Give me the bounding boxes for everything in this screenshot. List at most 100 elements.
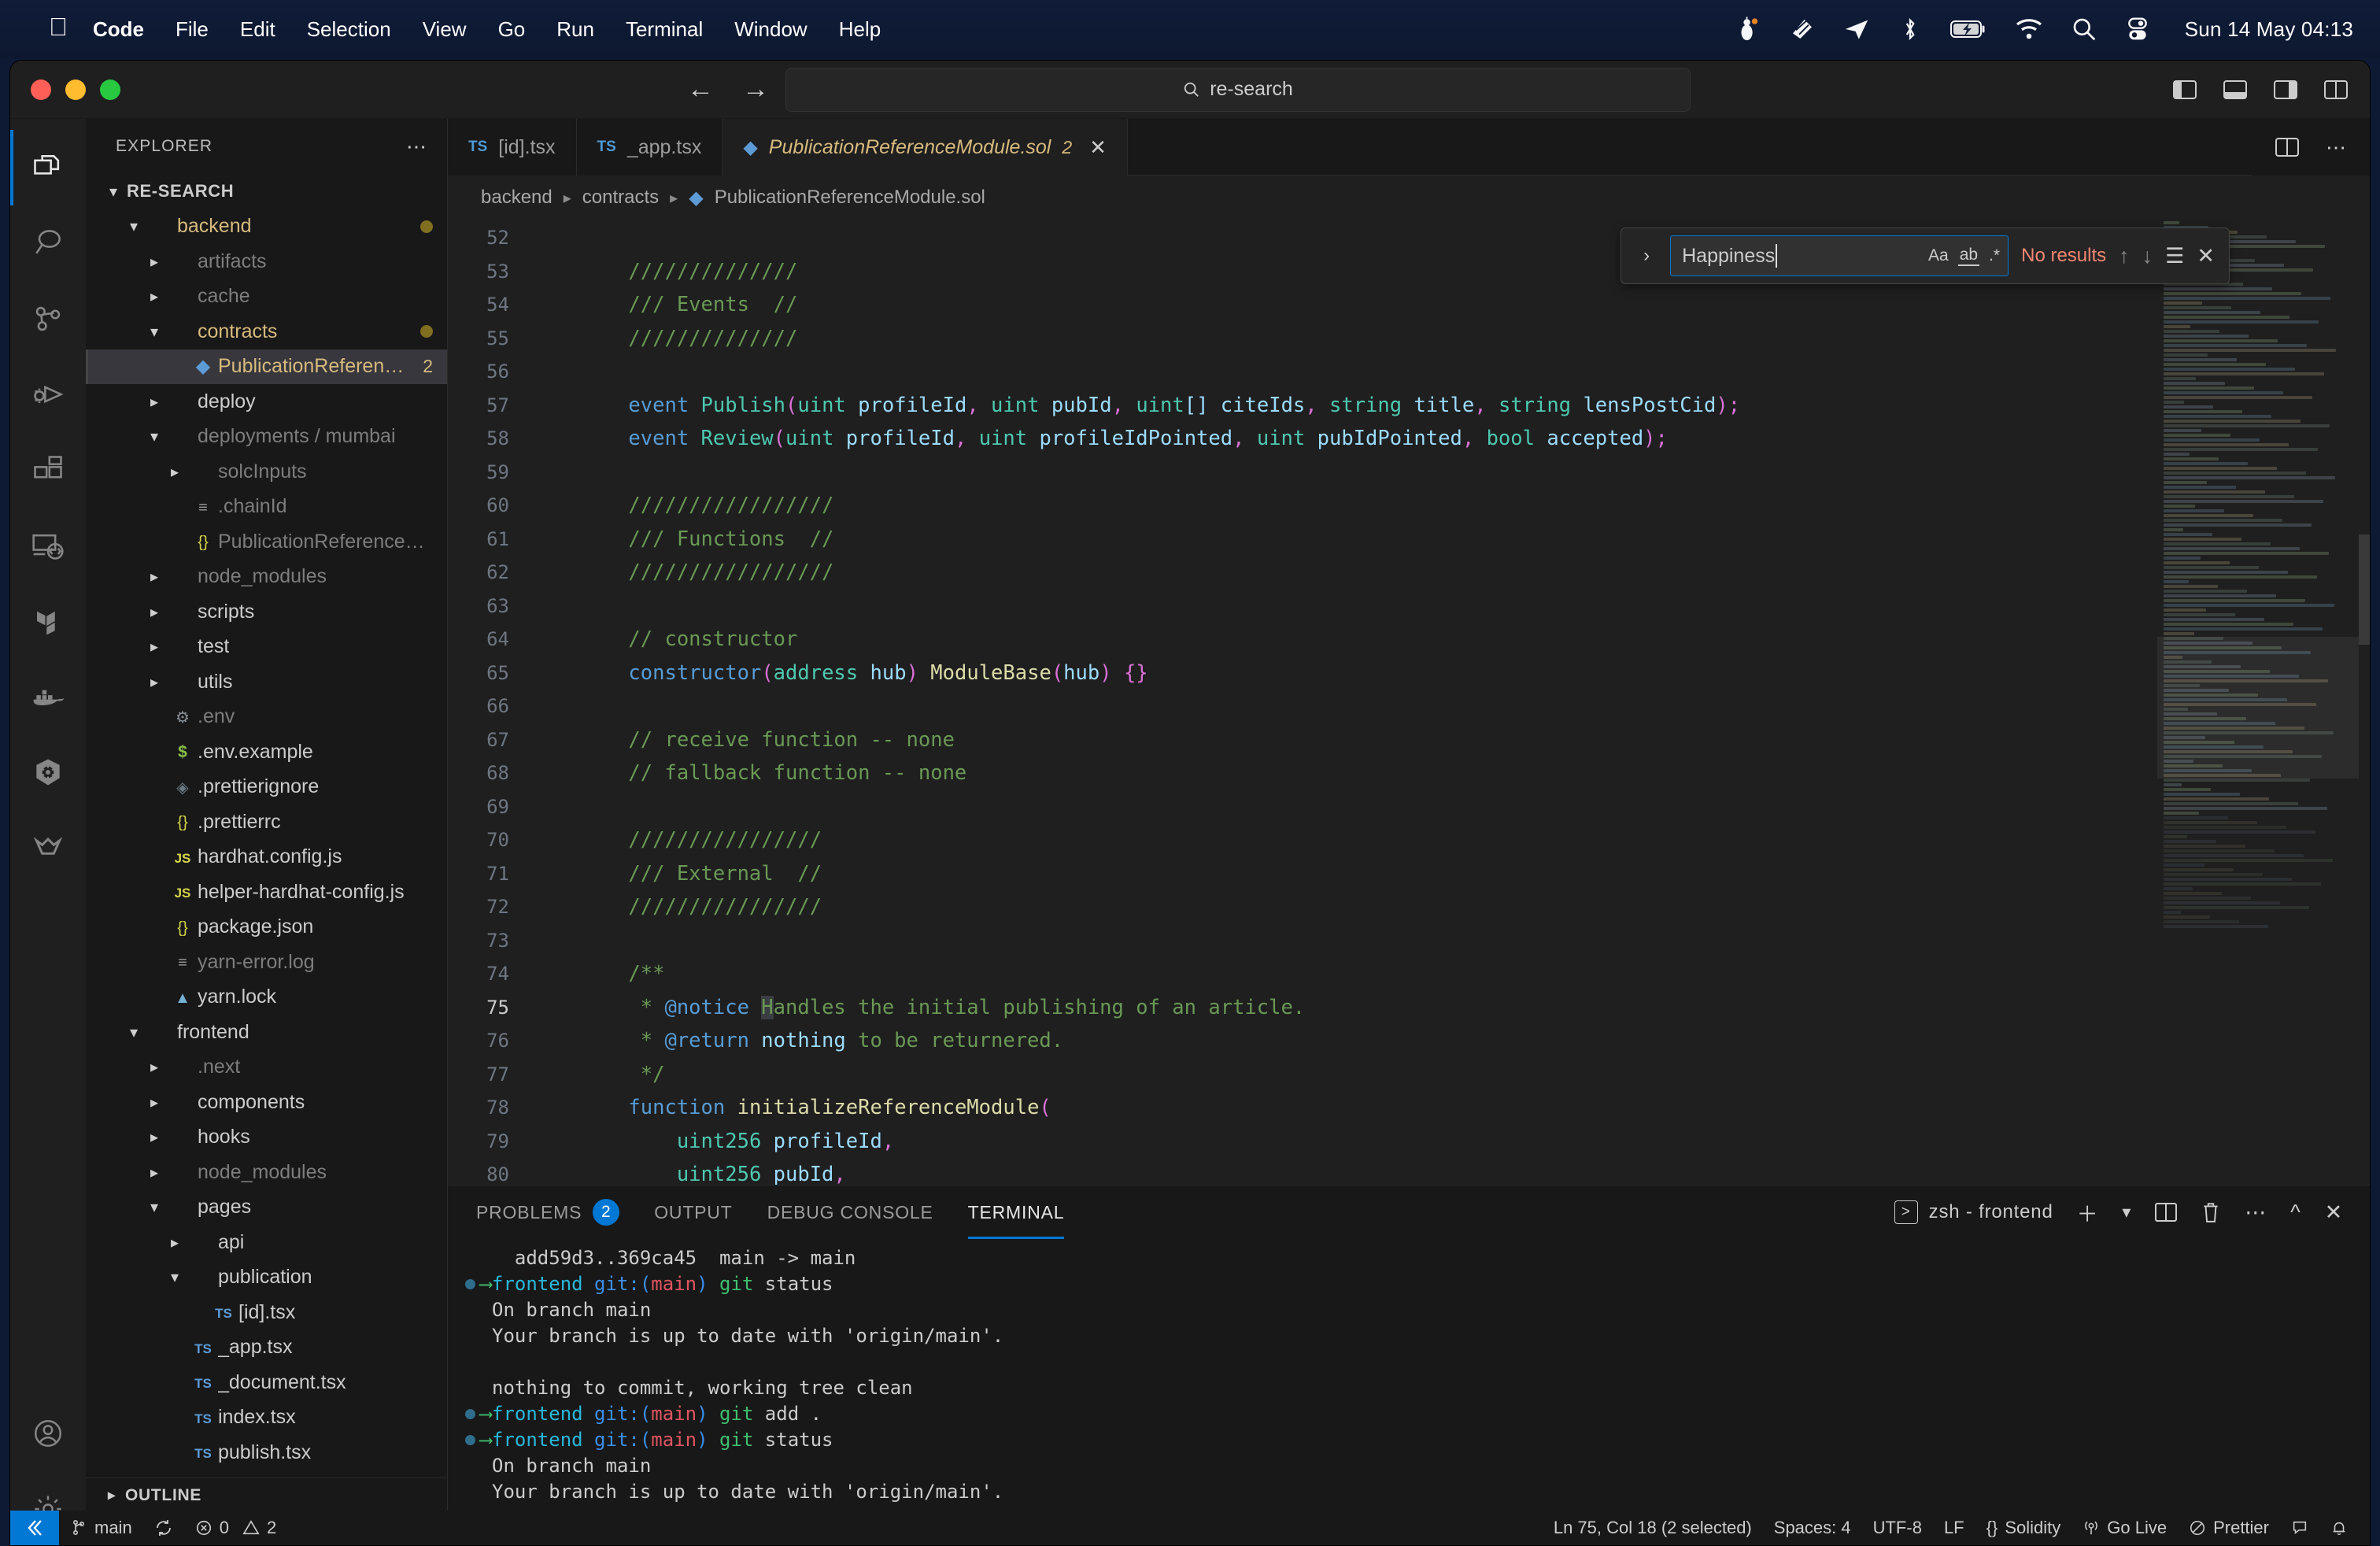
match-case-icon[interactable]: Aa: [1928, 246, 1949, 265]
code-line[interactable]: 62 /////////////////: [448, 556, 2370, 590]
close-window-button[interactable]: [31, 79, 51, 100]
tree-item[interactable]: ◈ .prettierignore: [86, 770, 447, 805]
minimap-slider[interactable]: [2157, 637, 2359, 779]
ellipsis-icon[interactable]: ⋯: [406, 135, 428, 159]
menu-code[interactable]: Code: [93, 17, 144, 42]
find-widget[interactable]: › Happiness Aa ab .* No results ↑ ↓ ☰ ✕: [1621, 227, 2230, 284]
menu-help[interactable]: Help: [839, 17, 881, 42]
status-go-live[interactable]: Go Live: [2071, 1511, 2178, 1545]
code-line[interactable]: 64 // constructor: [448, 623, 2370, 656]
tree-item[interactable]: JS hardhat.config.js: [86, 840, 447, 875]
command-center[interactable]: re-search: [785, 67, 1691, 112]
activity-item-gitlens[interactable]: [10, 810, 86, 886]
code-line[interactable]: 80 uint256 pubId,: [448, 1158, 2370, 1185]
activity-item-run-and-debug[interactable]: [10, 357, 86, 432]
toggle-replace-chevron-right-icon[interactable]: ›: [1635, 245, 1658, 267]
toggle-secondary-sidebar-icon[interactable]: [2274, 80, 2297, 100]
find-input[interactable]: Happiness Aa ab .*: [1670, 235, 2009, 276]
control-center-icon[interactable]: [2125, 17, 2150, 42]
tree-item[interactable]: ▸ .next: [86, 1050, 447, 1086]
tree-item[interactable]: ▸ components: [86, 1085, 447, 1120]
file-tree[interactable]: ▾ RE-SEARCH ▾ backend ▸ artifacts ▸ cache ▾ con…: [86, 174, 447, 1478]
tree-item[interactable]: $ .env.example: [86, 734, 447, 770]
split-editor-icon[interactable]: [2275, 137, 2299, 157]
code-line[interactable]: 76 * @return nothing to be returnered.: [448, 1024, 2370, 1058]
menubar-clock[interactable]: Sun 14 May 04:13: [2185, 17, 2353, 42]
panel-tab-terminal[interactable]: TERMINAL: [967, 1185, 1065, 1239]
close-icon[interactable]: ✕: [1089, 135, 1107, 160]
activity-item-kubernetes[interactable]: [10, 734, 86, 810]
tree-item[interactable]: ▸ test: [86, 630, 447, 665]
code-line[interactable]: 73: [448, 924, 2370, 958]
tree-item[interactable]: ⚙ .env: [86, 700, 447, 735]
code-line[interactable]: 79 uint256 profileId,: [448, 1125, 2370, 1159]
tree-item[interactable]: ▸ utils: [86, 664, 447, 700]
customize-layout-icon[interactable]: [2324, 80, 2348, 100]
tree-item[interactable]: ▸ hooks: [86, 1120, 447, 1156]
menu-selection[interactable]: Selection: [307, 17, 391, 42]
terminal-selector[interactable]: > zsh - frontend: [1894, 1200, 2053, 1224]
whole-word-icon[interactable]: ab: [1957, 246, 1980, 266]
find-in-selection-icon[interactable]: ☰: [2165, 244, 2184, 268]
terminal-dropdown-chevron-down-icon[interactable]: ▾: [2122, 1202, 2131, 1222]
go-back-icon[interactable]: ←: [687, 74, 714, 105]
menu-edit[interactable]: Edit: [240, 17, 275, 42]
code-line[interactable]: 66: [448, 690, 2370, 723]
maximize-panel-chevron-up-icon[interactable]: ^: [2290, 1200, 2301, 1225]
split-terminal-icon[interactable]: [2155, 1202, 2178, 1222]
terminal-output[interactable]: add59d3..369ca45 main -> main ⟶ frontend g…: [448, 1239, 2370, 1545]
activity-item-terraform[interactable]: [10, 583, 86, 659]
tree-item[interactable]: ▸ solcInputs: [86, 454, 447, 490]
code-line[interactable]: 69: [448, 790, 2370, 824]
menu-file[interactable]: File: [176, 17, 209, 42]
editor-scrollbar[interactable]: [2359, 534, 2370, 645]
minimap[interactable]: [2157, 220, 2370, 1185]
ticket-icon[interactable]: [1790, 17, 1815, 42]
status-remote-host[interactable]: [10, 1511, 59, 1545]
bluetooth-icon[interactable]: [1898, 16, 1922, 43]
code-line[interactable]: 74 /**: [448, 957, 2370, 991]
telegram-icon[interactable]: [1843, 16, 1870, 43]
breadcrumb-item-file[interactable]: PublicationReferenceModule.sol: [715, 187, 985, 209]
battery-charging-icon[interactable]: [1949, 19, 1986, 39]
tree-item[interactable]: ▾ contracts: [86, 314, 447, 350]
tree-item[interactable]: ▸ artifacts: [86, 244, 447, 279]
code-line[interactable]: 57 event Publish(uint profileId, uint pu…: [448, 389, 2370, 423]
toggle-panel-icon[interactable]: [2223, 80, 2247, 100]
tree-item[interactable]: ≡ .chainId: [86, 490, 447, 525]
activity-item-extensions[interactable]: [10, 432, 86, 508]
find-previous-arrow-up-icon[interactable]: ↑: [2119, 244, 2130, 268]
code-line[interactable]: 65 constructor(address hub) ModuleBase(h…: [448, 656, 2370, 690]
new-terminal-icon[interactable]: ＋: [2077, 1197, 2099, 1228]
code-line[interactable]: 70 ////////////////: [448, 823, 2370, 857]
status-cursor-position[interactable]: Ln 75, Col 18 (2 selected): [1543, 1511, 1763, 1545]
status-branch[interactable]: main: [59, 1511, 143, 1545]
editor-viewport[interactable]: 52 53 //////////////54 /// Events //55 //…: [448, 220, 2370, 1185]
code-line[interactable]: 60 /////////////////: [448, 489, 2370, 523]
spotlight-search-icon[interactable]: [2071, 17, 2097, 42]
maximize-window-button[interactable]: [100, 79, 120, 100]
status-problems[interactable]: 0 2: [184, 1511, 288, 1545]
wifi-icon[interactable]: [2015, 18, 2043, 40]
breadcrumb-item-backend[interactable]: backend: [481, 187, 552, 209]
tree-item[interactable]: TS index.tsx: [86, 1400, 447, 1436]
tab-id-tsx[interactable]: TS [id].tsx: [448, 119, 577, 176]
code-line[interactable]: 56: [448, 355, 2370, 389]
tree-item[interactable]: JS helper-hardhat-config.js: [86, 875, 447, 910]
code-line[interactable]: 68 // fallback function -- none: [448, 756, 2370, 790]
activity-item-accounts[interactable]: [10, 1396, 86, 1471]
tree-item[interactable]: ▸ node_modules: [86, 1155, 447, 1190]
tree-item[interactable]: {} package.json: [86, 910, 447, 945]
window-controls[interactable]: [31, 79, 135, 100]
tree-item[interactable]: TS [id].tsx: [86, 1295, 447, 1330]
tree-item[interactable]: {} PublicationReferenceModul...: [86, 524, 447, 560]
code-line[interactable]: 78 function initializeReferenceModule(: [448, 1091, 2370, 1125]
status-sync[interactable]: [143, 1511, 184, 1545]
code-line[interactable]: 61 /// Functions //: [448, 523, 2370, 557]
code-line[interactable]: 54 /// Events //: [448, 288, 2370, 322]
code-line[interactable]: 59: [448, 456, 2370, 490]
tree-item[interactable]: TS _app.tsx: [86, 1330, 447, 1366]
status-eol[interactable]: LF: [1933, 1511, 1975, 1545]
menu-view[interactable]: View: [423, 17, 467, 42]
status-encoding[interactable]: UTF-8: [1862, 1511, 1933, 1545]
